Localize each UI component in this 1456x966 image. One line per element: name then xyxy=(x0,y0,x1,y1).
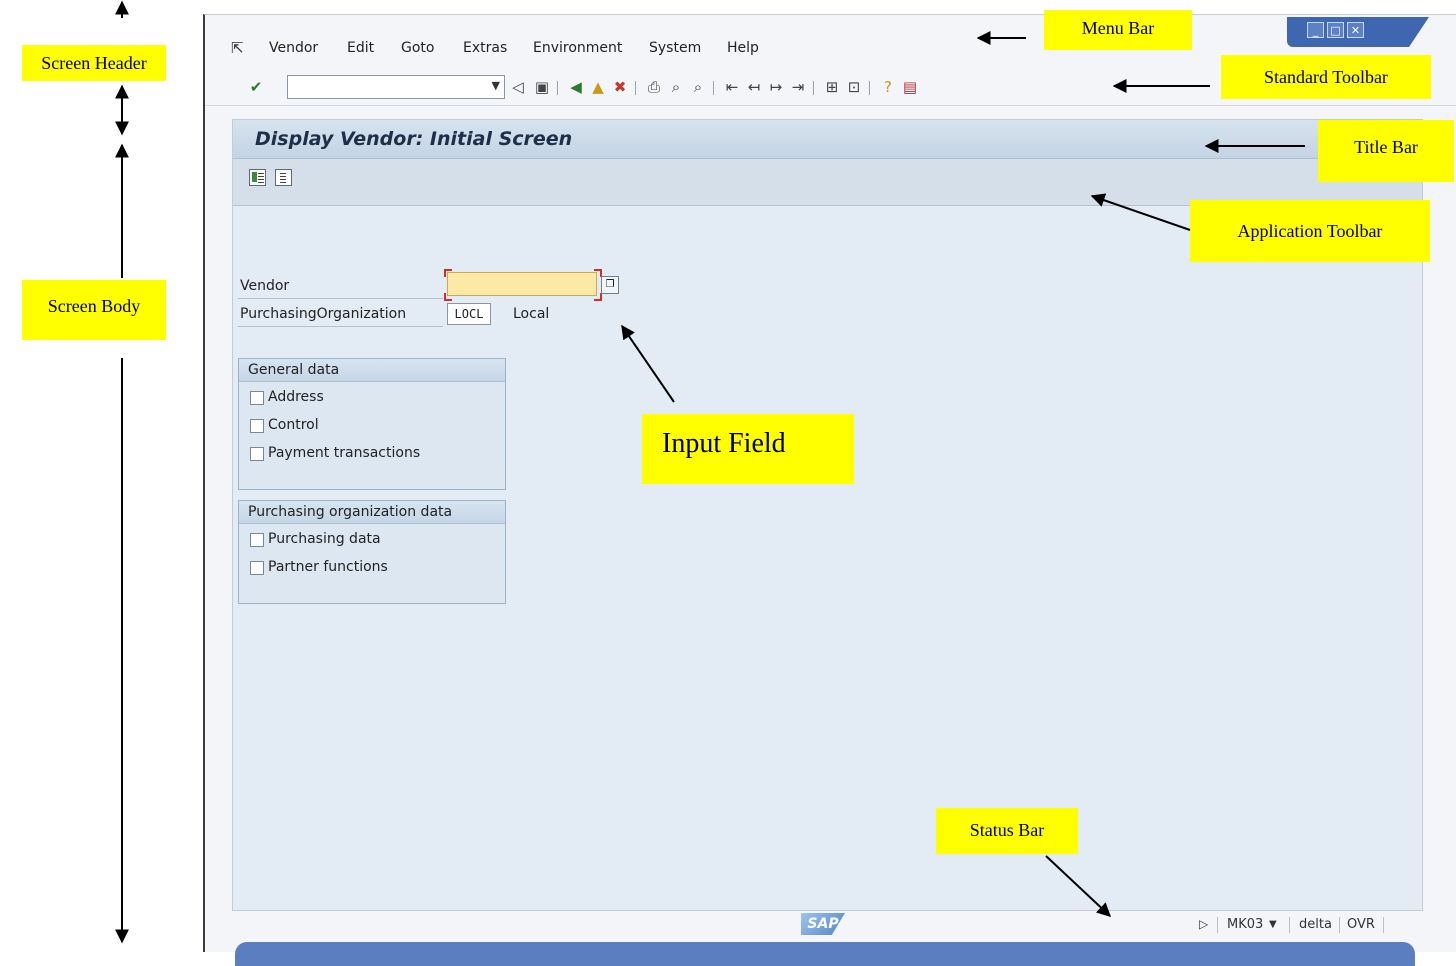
input-field-arrow xyxy=(621,324,675,403)
application-toolbar-arrow xyxy=(1090,193,1191,231)
annotation-arrows xyxy=(115,0,1305,944)
status-bar-arrow xyxy=(1045,855,1112,917)
